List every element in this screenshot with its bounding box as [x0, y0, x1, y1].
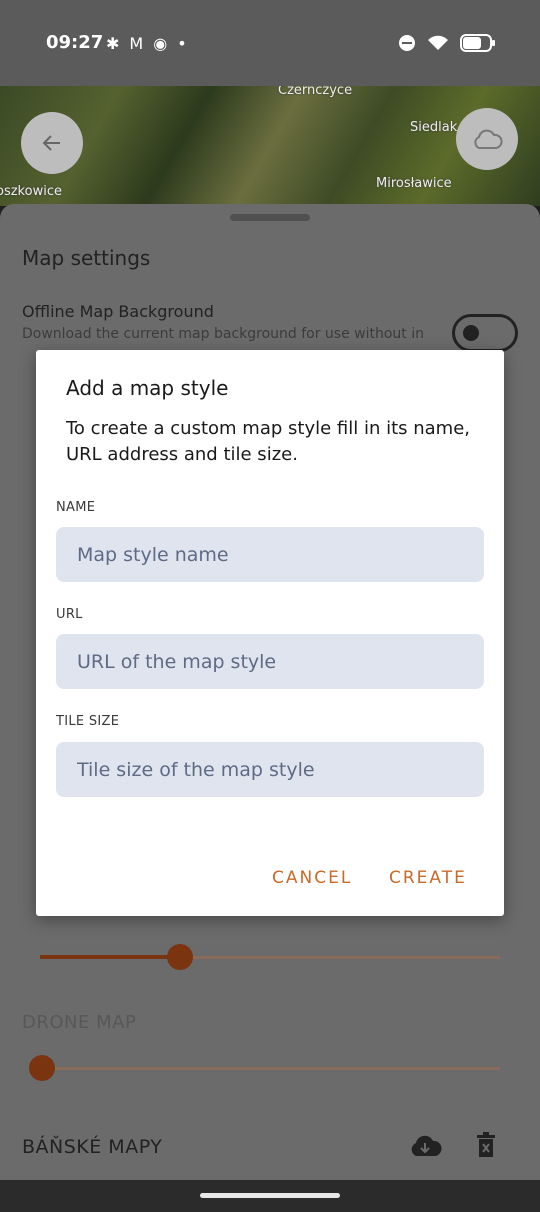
cloud-download-icon[interactable]: [408, 1134, 442, 1158]
url-input[interactable]: [56, 634, 484, 689]
home-indicator[interactable]: [200, 1193, 340, 1198]
status-notification-icons: ✱ M ◉ •: [106, 34, 187, 53]
tile-size-field-label: TILE SIZE: [56, 714, 120, 729]
offline-map-label: Offline Map Background: [22, 302, 214, 321]
battery-icon: [460, 34, 495, 52]
drone-slider-thumb[interactable]: [29, 1055, 55, 1081]
map-label-czernczyce: Czernczyce: [278, 86, 353, 98]
cloud-icon: [474, 129, 503, 149]
back-button[interactable]: [21, 112, 83, 174]
drone-slider-track[interactable]: [40, 1067, 500, 1070]
arrow-left-icon: [42, 135, 60, 151]
sheet-drag-handle[interactable]: [230, 214, 310, 221]
status-bar: 09:27 ✱ M ◉ •: [0, 0, 540, 86]
add-map-style-dialog: Add a map style To create a custom map s…: [36, 350, 504, 916]
offline-map-description: Download the current map background for …: [22, 326, 425, 342]
trash-icon[interactable]: [476, 1132, 496, 1158]
opacity-slider-fill: [40, 955, 178, 959]
tile-size-input[interactable]: [56, 742, 484, 797]
opacity-slider-thumb[interactable]: [167, 944, 193, 970]
map-label-oszkowice: oszkowice: [0, 184, 62, 199]
banske-mapy-label: BÁŇSKÉ MAPY: [22, 1136, 163, 1158]
cloud-button[interactable]: [456, 108, 518, 170]
dialog-description: To create a custom map style fill in its…: [66, 418, 471, 465]
cancel-button[interactable]: CANCEL: [272, 868, 352, 888]
status-system-icons: [398, 34, 496, 52]
record-icon: ◉: [153, 34, 168, 53]
dialog-title: Add a map style: [66, 376, 229, 400]
slack-icon: ✱: [106, 34, 120, 53]
url-field-label: URL: [56, 607, 83, 622]
map-label-siedlak: Siedlak: [410, 120, 458, 135]
wifi-icon: [428, 35, 448, 50]
toggle-knob: [463, 325, 479, 341]
sheet-title: Map settings: [22, 246, 151, 270]
name-input[interactable]: [56, 527, 484, 582]
create-button[interactable]: CREATE: [389, 868, 467, 888]
map-label-miroslawice: Mirosławice: [376, 176, 452, 191]
dot-icon: •: [177, 34, 187, 53]
offline-map-toggle[interactable]: [452, 314, 518, 352]
map-view[interactable]: Czernczyce Siedlak Mirosławice oszkowice: [0, 86, 540, 206]
name-field-label: NAME: [56, 500, 96, 515]
gmail-icon: M: [129, 34, 144, 53]
status-time: 09:27: [46, 32, 104, 53]
drone-map-label: DRONE MAP: [22, 1012, 137, 1033]
dnd-icon: [399, 35, 415, 51]
